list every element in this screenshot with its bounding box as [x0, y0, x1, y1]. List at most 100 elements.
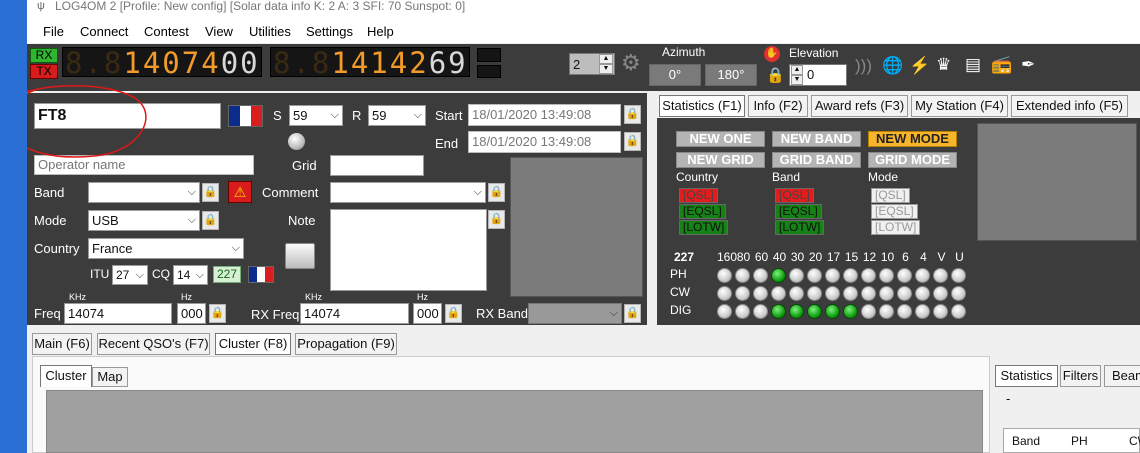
tab-my-station[interactable]: My Station (F4): [911, 95, 1008, 117]
tab-statistics[interactable]: Statistics (F1): [659, 95, 745, 117]
tab-main[interactable]: Main (F6): [32, 333, 92, 355]
menu-utilities[interactable]: Utilities: [249, 24, 291, 39]
rxfreq-hz-input[interactable]: 000: [413, 303, 442, 324]
elevation-spinner[interactable]: ▲ ▼ 0: [789, 64, 847, 86]
menu-help[interactable]: Help: [367, 24, 394, 39]
menu-contest[interactable]: Contest: [144, 24, 189, 39]
spin-down-icon[interactable]: ▼: [599, 64, 613, 74]
note-lock-icon[interactable]: 🔒: [488, 210, 505, 229]
freq-hz-input[interactable]: 000: [177, 303, 206, 324]
rxband-lock-icon[interactable]: 🔒: [624, 304, 641, 323]
menu-file[interactable]: File: [43, 24, 64, 39]
elevation-value: 0: [807, 67, 815, 82]
vfo-spinner[interactable]: 2 ▲ ▼: [569, 53, 615, 75]
rxfreq-lock-icon[interactable]: 🔒: [445, 304, 462, 323]
band-mode-dot: [717, 268, 732, 283]
tx-indicator: TX: [30, 64, 58, 79]
chevron-down-icon: ⌵: [135, 269, 144, 281]
tab-side-statistics[interactable]: Statistics: [995, 365, 1058, 387]
band-mode-dot: [789, 304, 804, 319]
band-mode-dot: [861, 286, 876, 301]
azimuth-short-path[interactable]: 0°: [649, 64, 701, 86]
freq-lock-icon[interactable]: 🔒: [209, 304, 226, 323]
tab-extended-info[interactable]: Extended info (F5): [1011, 95, 1128, 117]
country-flag-small: [248, 266, 274, 283]
freq-khz-unit: KHz: [69, 292, 87, 302]
start-datetime-input[interactable]: 18/01/2020 13:49:08: [468, 104, 621, 126]
telescope-icon[interactable]: ⚡: [909, 56, 930, 76]
band-mode-dot: [915, 286, 930, 301]
tab-info[interactable]: Info (F2): [748, 95, 808, 117]
mode-row-label-ph: PH: [670, 267, 687, 281]
app-window: ψ LOG4OM 2 [Profile: New config] [Solar …: [27, 0, 1140, 453]
tab-side-beam[interactable]: Beam: [1104, 365, 1140, 387]
itu-select[interactable]: 27 ⌵: [112, 265, 148, 285]
freq-khz-input[interactable]: 14074: [64, 303, 172, 324]
rx-frequency-display[interactable]: 8.814142690: [270, 47, 470, 77]
mode-value: USB: [92, 213, 119, 228]
pen-icon[interactable]: ✒: [1021, 55, 1035, 75]
grid-input[interactable]: [330, 155, 424, 176]
radio-bar: RX TX 8.814074000 8.814142690 2 ▲ ▼ ⚙ Az…: [27, 44, 1140, 91]
end-datetime-input[interactable]: 18/01/2020 13:49:08: [468, 131, 621, 153]
band-lock-icon[interactable]: 🔒: [202, 183, 219, 202]
chess-king-icon[interactable]: ♛: [936, 55, 951, 75]
spin-down-icon[interactable]: ▼: [791, 75, 803, 85]
spin-up-icon[interactable]: ▲: [791, 65, 803, 75]
signal-icon[interactable]: ))): [855, 56, 872, 76]
tab-award-refs[interactable]: Award refs (F3): [811, 95, 908, 117]
menu-bar: File Connect Contest View Utilities Sett…: [27, 20, 1140, 43]
main-frequency-display[interactable]: 8.814074000: [62, 47, 262, 77]
start-lock-icon[interactable]: 🔒: [624, 105, 641, 124]
country-select[interactable]: France ⌵: [88, 238, 244, 259]
band-header-10: 10: [880, 250, 895, 264]
comment-select[interactable]: ⌵: [330, 182, 486, 203]
padlock-icon[interactable]: 🔒: [766, 66, 785, 84]
spin-up-icon[interactable]: ▲: [599, 54, 613, 64]
save-qso-icon[interactable]: [285, 243, 315, 269]
menu-view[interactable]: View: [205, 24, 233, 39]
tab-cluster-inner[interactable]: Cluster: [40, 365, 92, 387]
col-header-mode: Mode: [868, 170, 899, 184]
menu-settings[interactable]: Settings: [306, 24, 353, 39]
tab-side-filters[interactable]: Filters: [1060, 365, 1101, 387]
badge-grid-band: GRID BAND: [772, 152, 861, 168]
rxfreq-khz-input[interactable]: 14074: [300, 303, 409, 324]
radio-icon[interactable]: 📻: [991, 55, 1012, 75]
warning-icon: ⚠: [228, 181, 252, 203]
band-mode-dot: [789, 286, 804, 301]
band-mode-dot: [915, 268, 930, 283]
band-select[interactable]: ⌵: [88, 182, 200, 203]
mode-lock-icon[interactable]: 🔒: [202, 211, 219, 230]
band-mode-dot: [951, 304, 966, 319]
comment-lock-icon[interactable]: 🔒: [488, 183, 505, 202]
menu-connect[interactable]: Connect: [80, 24, 128, 39]
tab-recent-qsos[interactable]: Recent QSO's (F7): [97, 333, 210, 355]
cq-label: CQ: [152, 267, 170, 281]
rst-sent-select[interactable]: 59 ⌵: [289, 105, 343, 126]
tab-map[interactable]: Map: [92, 367, 128, 387]
band-mode-dot: [807, 286, 822, 301]
rxband-select[interactable]: ⌵: [528, 303, 622, 324]
azimuth-long-path[interactable]: 180°: [705, 64, 757, 86]
band-mode-dot: [879, 304, 894, 319]
band-mode-dot: [807, 304, 822, 319]
band-mode-dot: [825, 304, 840, 319]
app-logo-icon: ψ: [37, 0, 45, 12]
band-mode-dot: [933, 286, 948, 301]
rst-rcvd-select[interactable]: 59 ⌵: [368, 105, 426, 126]
mode-select[interactable]: USB ⌵: [88, 210, 200, 231]
chevron-down-icon: ⌵: [330, 109, 339, 121]
band-mode-dot: [951, 286, 966, 301]
globe-icon[interactable]: 🌐: [882, 56, 903, 76]
tab-cluster[interactable]: Cluster (F8): [215, 333, 291, 355]
annotation-circle: [27, 85, 147, 158]
gear-icon[interactable]: ⚙: [621, 52, 641, 74]
stop-rotator-icon[interactable]: ✋: [764, 46, 780, 62]
cq-select[interactable]: 14 ⌵: [173, 265, 208, 285]
server-icon[interactable]: ▤: [965, 55, 981, 75]
tab-propagation[interactable]: Propagation (F9): [295, 333, 397, 355]
badge-new-mode: NEW MODE: [868, 131, 957, 147]
end-lock-icon[interactable]: 🔒: [624, 132, 641, 151]
note-textarea[interactable]: [330, 209, 487, 291]
